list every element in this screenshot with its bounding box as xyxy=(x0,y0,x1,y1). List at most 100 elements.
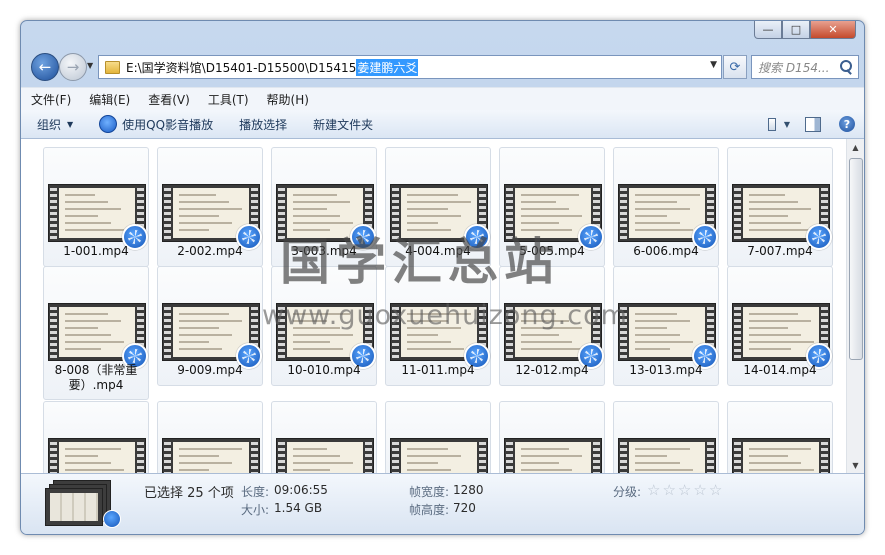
slide-text-line xyxy=(293,334,353,336)
minimize-button[interactable]: — xyxy=(754,21,782,39)
slide-text-line xyxy=(635,448,690,450)
play-with-qq-button[interactable]: 使用QQ影音播放 xyxy=(83,115,223,133)
file-tile[interactable]: 11-011.mp4 xyxy=(385,266,491,386)
file-tile[interactable]: 6-006.mp4 xyxy=(613,147,719,267)
slide-text-line xyxy=(635,215,667,217)
refresh-icon: ⟳ xyxy=(729,59,741,75)
file-tile[interactable]: 3-003.mp4 xyxy=(271,147,377,267)
menu-edit[interactable]: 编辑(E) xyxy=(79,91,138,108)
slide-text-line xyxy=(407,320,448,322)
help-icon: ? xyxy=(839,116,855,132)
maximize-button[interactable]: □ xyxy=(782,21,810,39)
file-tile[interactable] xyxy=(499,401,605,473)
file-tile[interactable]: 14-014.mp4 xyxy=(727,266,833,386)
scroll-up-arrow-icon[interactable]: ▲ xyxy=(847,139,864,155)
slide-text-line xyxy=(293,455,340,457)
vertical-scrollbar[interactable]: ▲ ▼ xyxy=(846,139,864,473)
rating-stars[interactable]: ☆ ☆ ☆ ☆ ☆ xyxy=(647,483,724,498)
file-tile[interactable] xyxy=(385,401,491,473)
star-icon[interactable]: ☆ xyxy=(678,483,691,498)
slide-text-line xyxy=(635,455,667,457)
close-button[interactable]: ✕ xyxy=(810,21,856,39)
file-tile[interactable] xyxy=(727,401,833,473)
address-dropdown-icon[interactable]: ▼ xyxy=(710,60,717,70)
video-thumbnail xyxy=(504,438,602,473)
slide-text-line xyxy=(407,469,451,471)
file-tile[interactable]: 12-012.mp4 xyxy=(499,266,605,386)
file-tile[interactable] xyxy=(157,401,263,473)
slide-text-line xyxy=(635,334,680,336)
slide-text-line xyxy=(749,462,801,464)
preview-pane-button[interactable] xyxy=(802,115,824,133)
star-icon[interactable]: ☆ xyxy=(647,483,660,498)
video-thumbnail xyxy=(48,438,146,473)
star-icon[interactable]: ☆ xyxy=(709,483,722,498)
refresh-button[interactable]: ⟳ xyxy=(723,55,747,79)
file-tile[interactable]: 10-010.mp4 xyxy=(271,266,377,386)
file-name: 3-003.mp4 xyxy=(291,244,357,258)
file-tile[interactable]: 2-002.mp4 xyxy=(157,147,263,267)
slide-text-line xyxy=(293,448,327,450)
slide-text-line xyxy=(749,215,788,217)
back-arrow-icon: ← xyxy=(38,58,52,76)
file-tile[interactable]: 13-013.mp4 xyxy=(613,266,719,386)
forward-button[interactable]: → xyxy=(59,53,87,81)
slide-text-line xyxy=(521,348,585,350)
change-view-button[interactable]: ▼ xyxy=(768,115,790,133)
organize-button[interactable]: 组织 ▼ xyxy=(21,116,83,133)
slide-text-line xyxy=(749,229,814,231)
slide-text-line xyxy=(179,455,219,457)
slide-text-line xyxy=(407,455,461,457)
scroll-thumb[interactable] xyxy=(849,158,863,360)
file-tile[interactable]: 1-001.mp4 xyxy=(43,147,149,267)
slide-text-line xyxy=(179,215,219,217)
slide-text-line xyxy=(635,341,693,343)
back-button[interactable]: ← xyxy=(31,53,59,81)
menu-view[interactable]: 查看(V) xyxy=(138,91,198,108)
file-tile[interactable] xyxy=(43,401,149,473)
slide-text-line xyxy=(65,462,111,464)
file-tile[interactable]: 8-008（非常重要）.mp4 xyxy=(43,266,149,400)
star-icon[interactable]: ☆ xyxy=(693,483,706,498)
slide-text-line xyxy=(521,448,569,450)
slide-text-line xyxy=(179,313,229,315)
slide-text-line xyxy=(293,222,353,224)
slide-text-line xyxy=(179,327,219,329)
play-selection-button[interactable]: 播放选择 xyxy=(223,116,297,133)
new-folder-button[interactable]: 新建文件夹 xyxy=(297,116,383,133)
length-label: 长度: xyxy=(241,485,270,499)
menu-file[interactable]: 文件(F) xyxy=(21,91,79,108)
file-name: 2-002.mp4 xyxy=(177,244,243,258)
slide-text-line xyxy=(521,194,579,196)
file-tile[interactable] xyxy=(271,401,377,473)
video-stack-thumb xyxy=(45,488,103,526)
recent-pages-dropdown[interactable]: ▼ xyxy=(87,61,93,70)
slide-text-line xyxy=(65,448,121,450)
file-tile[interactable]: 9-009.mp4 xyxy=(157,266,263,386)
slide-text-line xyxy=(749,341,814,343)
search-icon[interactable] xyxy=(839,60,853,74)
file-tile[interactable]: 4-004.mp4 xyxy=(385,147,491,267)
slide-text-line xyxy=(635,348,670,350)
slide-text-line xyxy=(179,448,242,450)
file-tile[interactable]: 7-007.mp4 xyxy=(727,147,833,267)
address-bar[interactable]: E:\国学资料馆\D15401-D15500\D15415 姜建鹏六爻 ▼ xyxy=(98,55,722,79)
file-tile[interactable]: 5-005.mp4 xyxy=(499,147,605,267)
frame-height-value: 720 xyxy=(453,501,476,515)
star-icon[interactable]: ☆ xyxy=(662,483,675,498)
file-name: 4-004.mp4 xyxy=(405,244,471,258)
search-box[interactable]: 搜索 D154... xyxy=(751,55,859,79)
help-button[interactable]: ? xyxy=(836,115,858,133)
slide-text-line xyxy=(65,194,95,196)
menu-tools[interactable]: 工具(T) xyxy=(198,91,257,108)
slide-text-line xyxy=(65,215,98,217)
menu-help[interactable]: 帮助(H) xyxy=(257,91,317,108)
frame-width-value: 1280 xyxy=(453,483,484,497)
slide-text-line xyxy=(293,462,353,464)
file-tile[interactable] xyxy=(613,401,719,473)
file-list: 1-001.mp4 2-002.mp4 3-003.mp4 4-004.mp4 5-00… xyxy=(21,139,846,473)
search-input[interactable]: 搜索 D154... xyxy=(752,59,839,76)
scroll-down-arrow-icon[interactable]: ▼ xyxy=(847,457,864,473)
slide-text-line xyxy=(749,469,814,471)
slide-text-line xyxy=(521,201,556,203)
